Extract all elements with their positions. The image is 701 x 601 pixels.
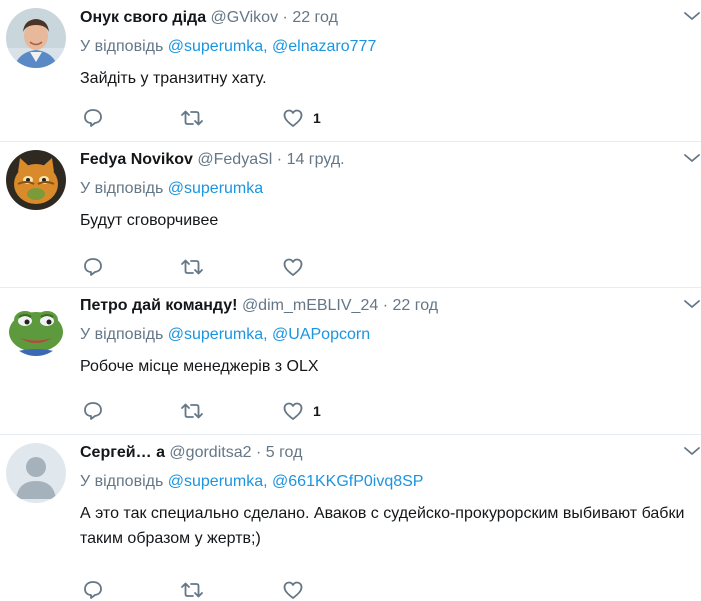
like-button[interactable]	[282, 579, 313, 601]
display-name[interactable]: Петро дай команду!	[80, 297, 237, 314]
reply-feed: Онук свого діда @GVikov · 22 год У відпо…	[0, 0, 701, 599]
retweet-icon	[181, 259, 203, 275]
tweet-timestamp[interactable]: 5 год	[266, 444, 303, 461]
retweet-button[interactable]	[180, 107, 204, 129]
tweet-header: Fedya Novikov @FedyaSl · 14 груд.	[80, 150, 701, 170]
separator-dot: ·	[282, 9, 288, 26]
mention-link[interactable]: @elnazaro777	[272, 38, 376, 55]
tweet[interactable]: Fedya Novikov @FedyaSl · 14 груд. У відп…	[0, 142, 701, 288]
like-button[interactable]: 1	[282, 107, 321, 129]
heart-icon	[283, 581, 303, 599]
mention-link[interactable]: @superumka	[168, 38, 263, 55]
mention-link[interactable]: @superumka	[168, 180, 263, 197]
reply-icon	[84, 258, 102, 276]
reply-button[interactable]	[82, 107, 104, 129]
avatar[interactable]	[6, 443, 66, 503]
heart-icon	[283, 402, 303, 420]
tweet-text: Зайдіть у транзитну хату.	[80, 70, 267, 87]
chevron-down-icon[interactable]	[683, 10, 701, 22]
default-user-avatar-icon	[6, 443, 66, 503]
tweet-text: А это так специально сделано. Аваков с с…	[80, 505, 685, 547]
mention-link[interactable]: @superumka	[168, 326, 263, 343]
avatar[interactable]	[6, 8, 66, 68]
reply-icon	[84, 109, 102, 127]
avatar[interactable]	[6, 150, 66, 210]
frog-avatar-icon	[6, 296, 66, 356]
tweet[interactable]: Онук свого діда @GVikov · 22 год У відпо…	[0, 0, 701, 142]
reply-context: У відповідь @superumka, @661KKGfP0ivq8SP	[80, 472, 701, 492]
like-count: 1	[313, 403, 321, 419]
tweet-text: Будут сговорчивее	[80, 212, 219, 229]
mention-separator: ,	[263, 473, 273, 490]
reply-icon	[84, 581, 102, 599]
tweet-actions: 1	[80, 107, 380, 129]
reply-prefix: У відповідь	[80, 326, 164, 343]
reply-context: У відповідь @superumka	[80, 179, 701, 199]
display-name[interactable]: Fedya Novikov	[80, 151, 193, 168]
display-name[interactable]: Онук свого діда	[80, 9, 206, 26]
heart-icon	[283, 258, 303, 276]
tweet-timestamp[interactable]: 22 год	[392, 297, 438, 314]
reply-button[interactable]	[82, 256, 104, 278]
chevron-down-icon[interactable]	[683, 445, 701, 457]
mention-separator: ,	[263, 326, 273, 343]
tweet-actions	[80, 579, 380, 601]
reply-button[interactable]	[82, 579, 104, 601]
heart-icon	[283, 109, 303, 127]
retweet-icon	[181, 582, 203, 598]
retweet-icon	[181, 403, 203, 419]
separator-dot: ·	[255, 444, 262, 461]
display-name[interactable]: Сергей… а	[80, 444, 165, 461]
chevron-down-icon[interactable]	[683, 298, 701, 310]
tweet[interactable]: Сергей… а @gorditsa2 · 5 год У відповідь…	[0, 435, 701, 599]
avatar[interactable]	[6, 296, 66, 356]
reply-context: У відповідь @superumka, @elnazaro777	[80, 37, 701, 57]
reply-icon	[84, 402, 102, 420]
chevron-down-icon[interactable]	[683, 152, 701, 164]
mention-separator: ,	[263, 38, 273, 55]
reply-prefix: У відповідь	[80, 38, 164, 55]
user-handle[interactable]: @dim_mEBLIV_24	[242, 297, 378, 314]
tweet-text: Робоче місце менеджерів з OLX	[80, 358, 319, 375]
separator-dot: ·	[276, 151, 283, 168]
tweet-timestamp[interactable]: 22 год	[292, 9, 338, 26]
reply-prefix: У відповідь	[80, 180, 164, 197]
retweet-button[interactable]	[180, 579, 204, 601]
reply-button[interactable]	[82, 400, 104, 422]
cat-photo-avatar-icon	[6, 150, 66, 210]
reply-context: У відповідь @superumka, @UAPopcorn	[80, 325, 701, 345]
tweet-header: Петро дай команду! @dim_mEBLIV_24 · 22 г…	[80, 296, 701, 316]
like-button[interactable]: 1	[282, 400, 321, 422]
person-photo-avatar-icon	[6, 8, 66, 68]
tweet[interactable]: Петро дай команду! @dim_mEBLIV_24 · 22 г…	[0, 288, 701, 435]
tweet-actions	[80, 256, 380, 278]
user-handle[interactable]: @gorditsa2	[169, 444, 251, 461]
tweet-header: Сергей… а @gorditsa2 · 5 год	[80, 443, 701, 463]
user-handle[interactable]: @FedyaSl	[197, 151, 272, 168]
tweet-header: Онук свого діда @GVikov · 22 год	[80, 8, 701, 28]
retweet-button[interactable]	[180, 256, 204, 278]
tweet-timestamp[interactable]: 14 груд.	[287, 151, 345, 168]
tweet-actions: 1	[80, 400, 380, 422]
mention-link[interactable]: @661KKGfP0ivq8SP	[272, 473, 423, 490]
reply-prefix: У відповідь	[80, 473, 164, 490]
retweet-icon	[181, 110, 203, 126]
mention-link[interactable]: @UAPopcorn	[272, 326, 370, 343]
like-button[interactable]	[282, 256, 313, 278]
retweet-button[interactable]	[180, 400, 204, 422]
user-handle[interactable]: @GVikov	[211, 9, 279, 26]
separator-dot: ·	[382, 297, 389, 314]
mention-link[interactable]: @superumka	[168, 473, 263, 490]
like-count: 1	[313, 110, 321, 126]
